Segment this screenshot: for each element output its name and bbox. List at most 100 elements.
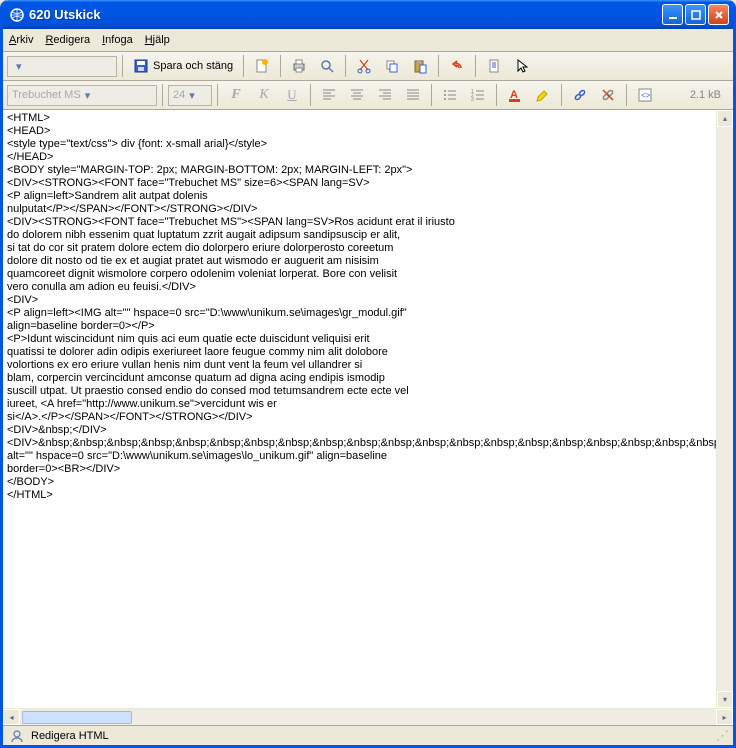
editor-area: <HTML> <HEAD> <style type="text/css"> di… — [3, 110, 733, 725]
close-button[interactable] — [708, 4, 729, 25]
file-size-label: 2.1 kB — [690, 89, 729, 101]
preview-button[interactable] — [314, 55, 340, 77]
cursor-icon — [514, 58, 530, 74]
toolbar-format: Trebuchet MS ▾ 24 ▾ F K U 123 A <> 2.1 kB — [3, 81, 733, 110]
font-color-button[interactable]: A — [502, 84, 528, 106]
separator — [475, 55, 476, 77]
underline-button[interactable]: U — [279, 84, 305, 106]
font-family-value: Trebuchet MS — [12, 89, 81, 101]
page-button[interactable] — [481, 55, 507, 77]
numbers-icon: 123 — [470, 87, 486, 103]
font-size-combo[interactable]: 24 ▾ — [168, 85, 212, 106]
separator — [561, 84, 562, 106]
bold-icon: F — [228, 87, 244, 103]
user-icon — [9, 728, 25, 744]
cut-button[interactable] — [351, 55, 377, 77]
paste-icon — [412, 58, 428, 74]
scroll-right-icon[interactable]: ▸ — [716, 709, 733, 725]
svg-text:3: 3 — [471, 97, 474, 102]
italic-icon: K — [256, 87, 272, 103]
separator — [122, 55, 123, 77]
menu-infoga[interactable]: Infoga — [102, 34, 133, 46]
horizontal-scrollbar[interactable]: ◂ ▸ — [3, 708, 733, 725]
print-icon — [291, 58, 307, 74]
align-justify-button[interactable] — [400, 84, 426, 106]
bullets-icon — [442, 87, 458, 103]
align-justify-icon — [405, 87, 421, 103]
align-left-icon — [321, 87, 337, 103]
maximize-button[interactable] — [685, 4, 706, 25]
chevron-down-icon: ▾ — [85, 89, 91, 102]
app-icon — [9, 7, 25, 23]
number-list-button[interactable]: 123 — [465, 84, 491, 106]
window-controls — [662, 4, 729, 25]
separator — [243, 55, 244, 77]
unlink-button[interactable] — [595, 84, 621, 106]
separator — [431, 84, 432, 106]
page-icon — [486, 58, 502, 74]
align-right-button[interactable] — [372, 84, 398, 106]
menu-hjalp[interactable]: Hjälp — [145, 34, 170, 46]
save-close-button[interactable]: Spara och stäng — [128, 55, 238, 77]
separator — [438, 55, 439, 77]
menubar: Arkiv Redigera Infoga Hjälp — [3, 29, 733, 52]
undo-button[interactable] — [444, 55, 470, 77]
minimize-button[interactable] — [662, 4, 683, 25]
status-label: Redigera HTML — [31, 730, 109, 742]
font-color-icon: A — [507, 87, 523, 103]
editor-content[interactable]: <HTML> <HEAD> <style type="text/css"> di… — [3, 110, 733, 708]
chevron-down-icon: ▾ — [16, 60, 22, 73]
statusbar: Redigera HTML ⋰ — [3, 725, 733, 745]
undo-icon — [449, 58, 465, 74]
chevron-down-icon: ▾ — [189, 89, 195, 102]
save-icon — [133, 58, 149, 74]
align-right-icon — [377, 87, 393, 103]
separator — [217, 84, 218, 106]
separator — [626, 84, 627, 106]
svg-text:<>: <> — [641, 91, 651, 100]
highlight-icon — [535, 87, 551, 103]
italic-button[interactable]: K — [251, 84, 277, 106]
scroll-up-icon[interactable]: ▴ — [717, 110, 733, 127]
template-combo[interactable]: ▾ — [7, 56, 117, 77]
window: 620 Utskick Arkiv Redigera Infoga Hjälp … — [0, 0, 736, 748]
font-family-combo[interactable]: Trebuchet MS ▾ — [7, 85, 157, 106]
new-icon — [254, 58, 270, 74]
menu-redigera[interactable]: Redigera — [45, 34, 90, 46]
window-title: 620 Utskick — [29, 7, 662, 22]
separator — [280, 55, 281, 77]
align-center-button[interactable] — [344, 84, 370, 106]
source-button[interactable]: <> — [632, 84, 658, 106]
scroll-down-icon[interactable]: ▾ — [717, 691, 733, 708]
titlebar[interactable]: 620 Utskick — [3, 0, 733, 29]
cut-icon — [356, 58, 372, 74]
source-icon: <> — [637, 87, 653, 103]
new-button[interactable] — [249, 55, 275, 77]
save-close-label: Spara och stäng — [153, 60, 233, 72]
align-center-icon — [349, 87, 365, 103]
font-size-value: 24 — [173, 89, 185, 101]
highlight-button[interactable] — [530, 84, 556, 106]
bold-button[interactable]: F — [223, 84, 249, 106]
scroll-thumb[interactable] — [22, 711, 132, 724]
scroll-track[interactable] — [20, 709, 716, 725]
separator — [496, 84, 497, 106]
print-button[interactable] — [286, 55, 312, 77]
separator — [345, 55, 346, 77]
vertical-scrollbar[interactable]: ▴ ▾ — [716, 110, 733, 708]
separator — [310, 84, 311, 106]
magnify-icon — [319, 58, 335, 74]
resize-grip[interactable]: ⋰ — [716, 728, 727, 744]
unlink-icon — [600, 87, 616, 103]
bullet-list-button[interactable] — [437, 84, 463, 106]
align-left-button[interactable] — [316, 84, 342, 106]
link-button[interactable] — [567, 84, 593, 106]
copy-button[interactable] — [379, 55, 405, 77]
scroll-left-icon[interactable]: ◂ — [3, 709, 20, 725]
cursor-button[interactable] — [509, 55, 535, 77]
separator — [162, 84, 163, 106]
copy-icon — [384, 58, 400, 74]
menu-arkiv[interactable]: Arkiv — [9, 34, 33, 46]
paste-button[interactable] — [407, 55, 433, 77]
underline-icon: U — [284, 87, 300, 103]
